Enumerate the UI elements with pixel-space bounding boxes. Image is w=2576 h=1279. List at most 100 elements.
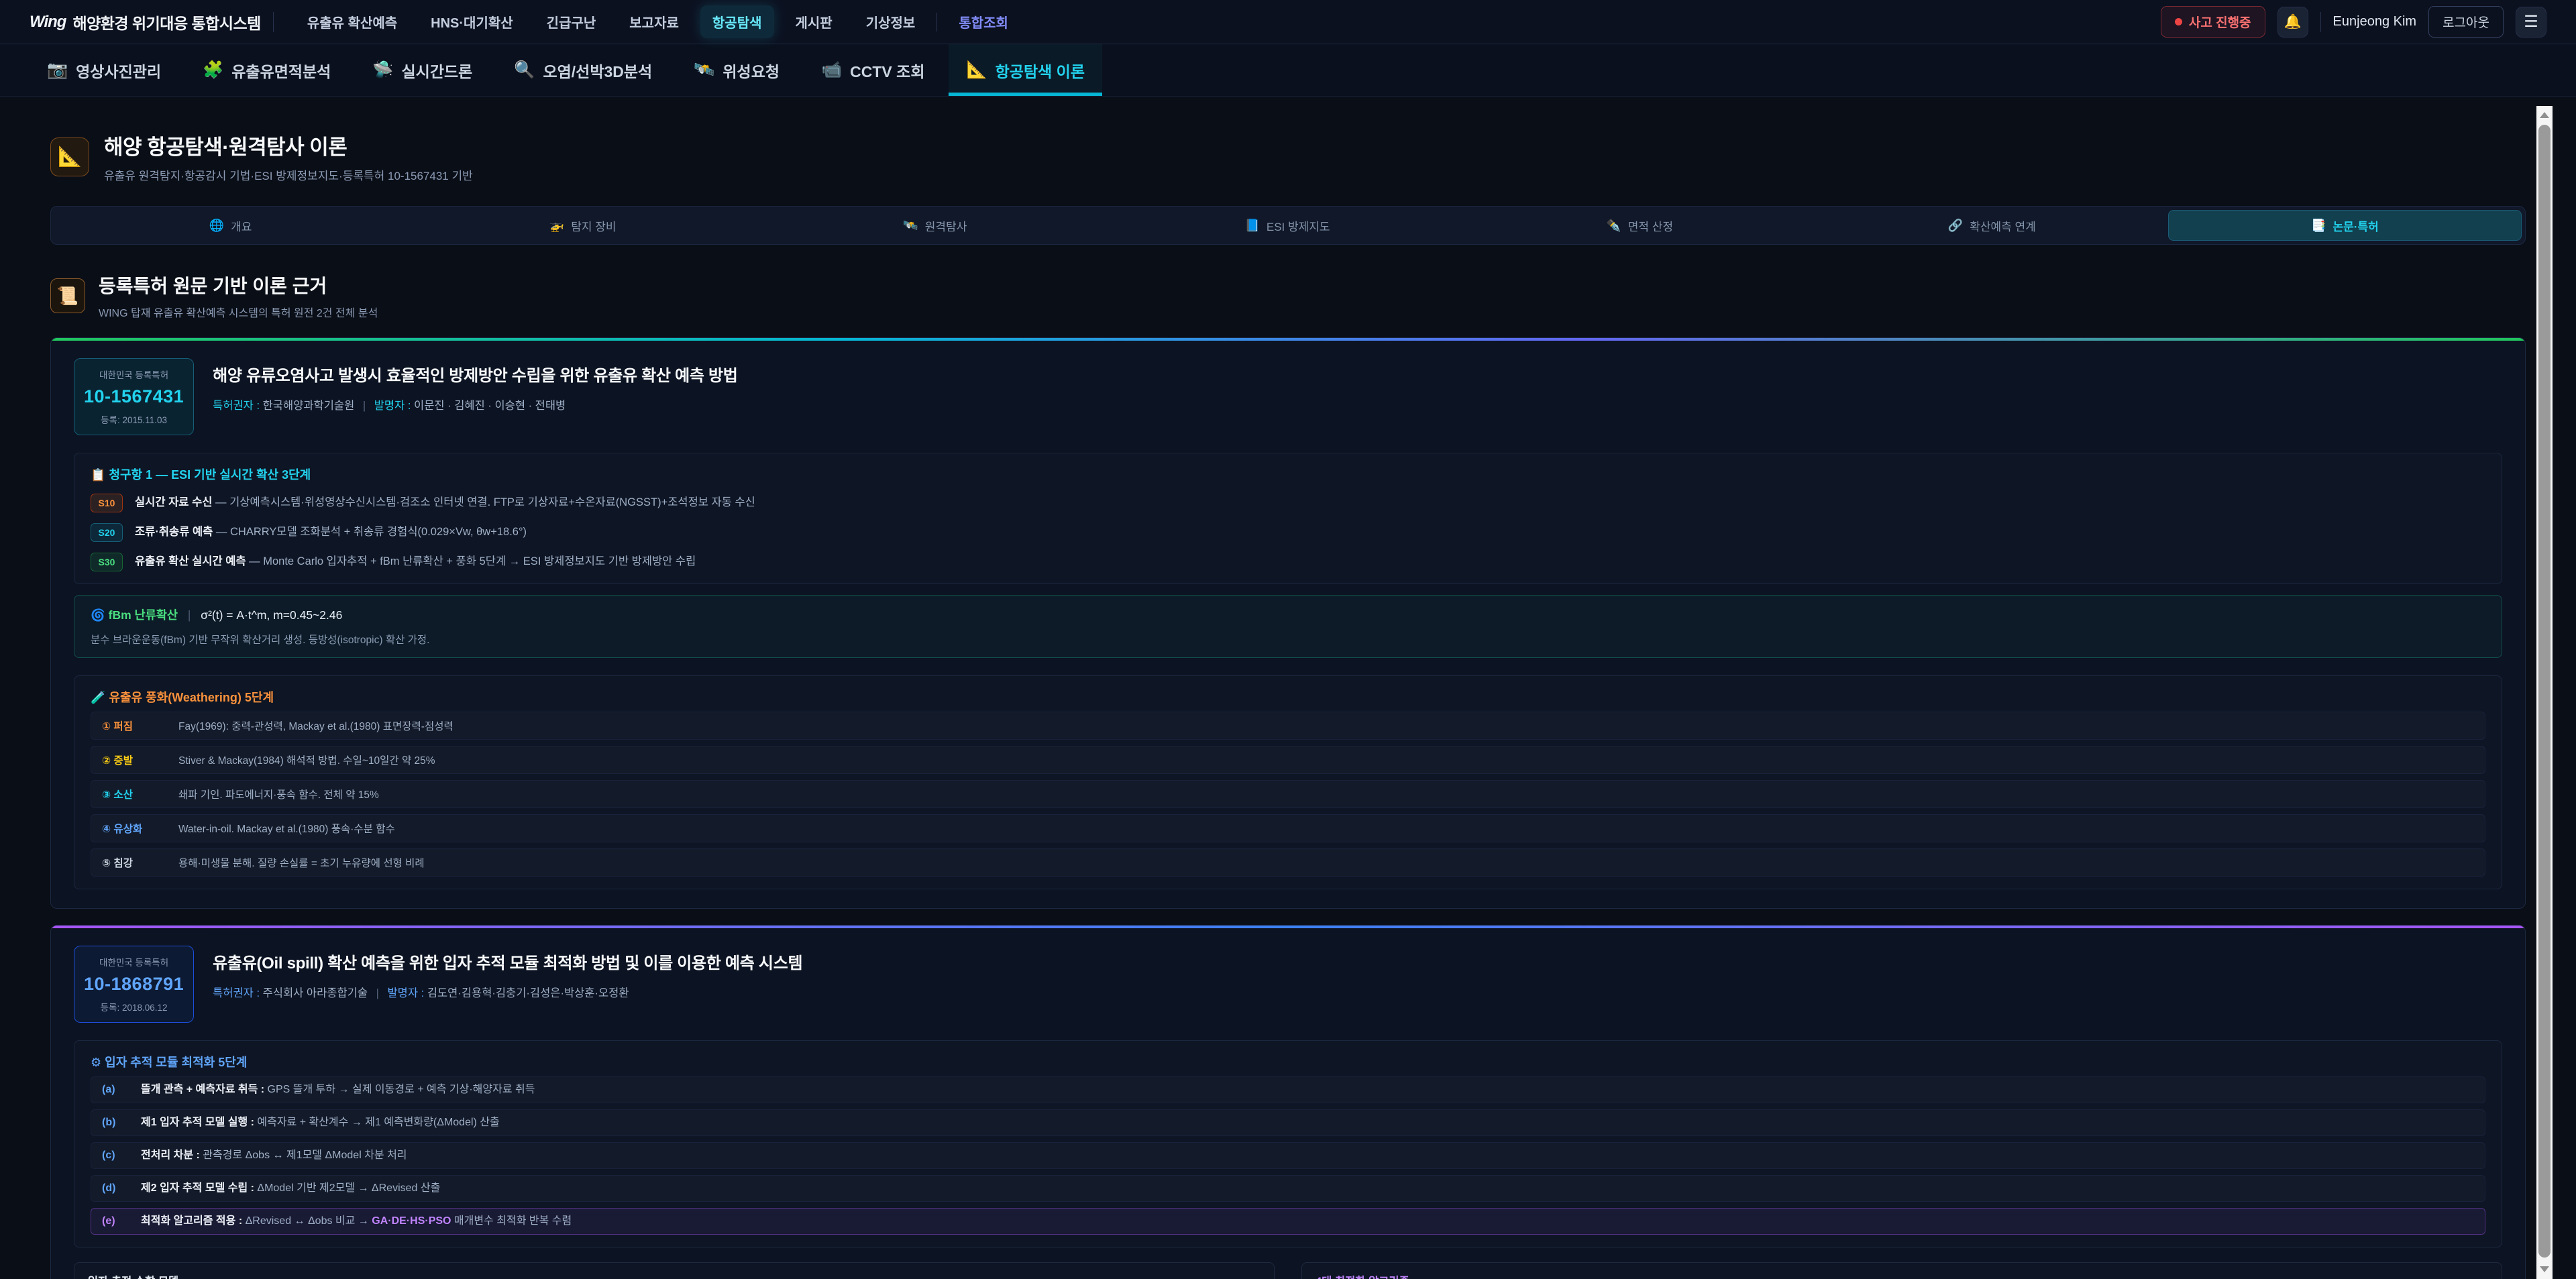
optimization-box: ⚙ 입자 추적 모듈 최적화 5단계 (a) 뜰개 관측 + 예측자료 취득 :… xyxy=(74,1040,2502,1247)
opt-step-a: (a) 뜰개 관측 + 예측자료 취득 : GPS 뜰개 투하 → 실제 이동경… xyxy=(91,1076,2485,1103)
main-content: 📐 해양 항공탐색·원격탐사 이론 유출유 원격탐지·항공감시 기법·ESI 방… xyxy=(0,97,2576,1279)
subnav-item-photo-management[interactable]: 📷 영상사진관리 xyxy=(30,44,178,96)
step-text: 실시간 자료 수신 — 기상예측시스템·위성영상수신시스템·검조소 인터넷 연결… xyxy=(135,494,755,511)
math-model-title: 입자 추적 수학 모델 xyxy=(88,1272,1260,1279)
inventor-label: 발명자 : xyxy=(388,987,425,999)
tab-diffusion-link[interactable]: 🔗 확산예측 연계 xyxy=(1816,210,2168,241)
patent-card-2: 대한민국 등록특허 10-1868791 등록: 2018.06.12 유출유(… xyxy=(50,925,2526,1279)
main-menu: 유출유 확산예측 HNS·대기확산 긴급구난 보고자료 항공탐색 게시판 기상정… xyxy=(295,5,2149,38)
patent1-title: 해양 유류오염사고 발생시 효율적인 방제방안 수립을 위한 유출유 확산 예측… xyxy=(213,362,737,386)
nav-item-weather[interactable]: 기상정보 xyxy=(854,5,928,38)
bookmark-tabs-icon: 📑 xyxy=(2311,219,2326,233)
step-name: 전처리 차분 : xyxy=(141,1150,200,1161)
triangular-ruler-icon: 📐 xyxy=(58,146,82,168)
step-badge-s30: S30 xyxy=(91,553,123,571)
nav-item-aerial-search[interactable]: 항공탐색 xyxy=(700,5,774,38)
section-title: 등록특허 원문 기반 이론 근거 xyxy=(99,272,378,298)
app-logo[interactable]: Wing 해양환경 위기대응 통합시스템 xyxy=(30,11,261,34)
subnav-item-cctv[interactable]: 📹 CCTV 조회 xyxy=(804,44,942,96)
weathering-box: 🧪 유출유 풍화(Weathering) 5단계 ① 퍼짐 Fay(1969):… xyxy=(74,675,2502,889)
fbm-description: 분수 브라운운동(fBm) 기반 무작위 확산거리 생성. 등방성(isotro… xyxy=(91,632,2485,647)
nav-item-board[interactable]: 게시판 xyxy=(784,5,845,38)
pen-nib-icon: ✒️ xyxy=(1606,219,1621,233)
claim-step-s20: S20 조류·취송류 예측 — CHARRY모델 조화분석 + 취송류 경험식(… xyxy=(91,523,2485,542)
patent1-registered-date: 등록: 2015.11.03 xyxy=(84,412,184,426)
fbm-formula: σ²(t) = A·t^m, m=0.45~2.46 xyxy=(201,608,342,622)
subnav-item-satellite-request[interactable]: 🛰️ 위성요청 xyxy=(676,44,797,96)
claim-step-s30: S30 유출유 확산 실시간 예측 — Monte Carlo 입자추적 + f… xyxy=(91,553,2485,571)
patent2-title: 유출유(Oil spill) 확산 예측을 위한 입자 추적 모듈 최적화 방법… xyxy=(213,950,802,973)
page-icon-box: 📐 xyxy=(50,137,89,176)
nav-item-rescue[interactable]: 긴급구난 xyxy=(535,5,608,38)
subnav-label: 오염/선박3D분석 xyxy=(543,59,652,82)
hamburger-icon: ☰ xyxy=(2524,12,2538,32)
tab-label: 확산예측 연계 xyxy=(1970,217,2036,234)
claim1-box: 📋 청구항 1 — ESI 기반 실시간 확산 3단계 S10 실시간 자료 수… xyxy=(74,453,2502,584)
satellite-icon: 🛰️ xyxy=(694,60,714,80)
opt-step-b: (b) 제1 입자 추적 모델 실행 : 예측자료 + 확산계수 → 제1 예측… xyxy=(91,1109,2485,1136)
tab-area-calculation[interactable]: ✒️ 면적 산정 xyxy=(1464,210,1816,241)
step-name: 제2 입자 추적 모델 수립 : xyxy=(141,1182,254,1194)
subnav-item-pollution-3d-analysis[interactable]: 🔍 오염/선박3D분석 xyxy=(496,44,669,96)
divider xyxy=(2320,12,2321,32)
test-tube-icon: 🧪 xyxy=(91,691,105,704)
optimization-title: ⚙ 입자 추적 모듈 최적화 5단계 xyxy=(91,1053,2485,1070)
section-header: 📜 등록특허 원문 기반 이론 근거 WING 탑재 유출유 확산예측 시스템의… xyxy=(50,272,2526,320)
weathering-label: ③ 소산 xyxy=(102,787,169,801)
satellite-icon: 🛰️ xyxy=(903,219,918,233)
tab-label: ESI 방제지도 xyxy=(1267,217,1330,234)
step-desc-pre: ΔRevised ↔ Δobs 비교 → xyxy=(242,1215,372,1227)
gear-icon: ⚙ xyxy=(91,1056,101,1069)
divider: | xyxy=(188,608,191,622)
nav-item-integrated-search[interactable]: 통합조회 xyxy=(947,5,1020,38)
tab-overview[interactable]: 🌐 개요 xyxy=(54,210,407,241)
step-text: 최적화 알고리즘 적용 : ΔRevised ↔ Δobs 비교 → GA·DE… xyxy=(141,1213,572,1229)
weathering-label: ② 증발 xyxy=(102,753,169,767)
step-key: (b) xyxy=(102,1115,130,1131)
scroll-up-arrow[interactable] xyxy=(2536,106,2553,123)
vertical-scrollbar[interactable] xyxy=(2536,106,2553,1279)
patent1-number-badge: 대한민국 등록특허 10-1567431 등록: 2015.11.03 xyxy=(74,358,194,435)
drone-icon: 🛸 xyxy=(372,60,393,80)
tab-label: 논문·특허 xyxy=(2333,217,2379,234)
clipboard-icon: 📋 xyxy=(91,468,105,482)
alert-dot-icon xyxy=(2175,18,2182,25)
tab-detection-equipment[interactable]: 🚁 탐지 장비 xyxy=(407,210,759,241)
scrollbar-thumb[interactable] xyxy=(2538,125,2551,1258)
math-model-panel: 입자 추적 수학 모델 제1모델: Modelₓ = curᵤ·Δt + c·w… xyxy=(74,1262,1275,1279)
notifications-button[interactable]: 🔔 xyxy=(2277,7,2308,38)
subnav-item-aerial-search-theory[interactable]: 📐 항공탐색 이론 xyxy=(949,44,1102,96)
weathering-row-spreading: ① 퍼짐 Fay(1969): 중력-관성력, Mackay et al.(19… xyxy=(91,712,2485,740)
logout-button[interactable]: 로그아웃 xyxy=(2428,6,2504,38)
incident-status-badge[interactable]: 사고 진행중 xyxy=(2161,6,2265,38)
subnav-item-oil-area-analysis[interactable]: 🧩 유출유면적분석 xyxy=(185,44,348,96)
tab-papers-patents[interactable]: 📑 논문·특허 xyxy=(2168,210,2522,241)
patent1-meta: 특허권자 : 한국해양과학기술원 | 발명자 : 이문진 · 김혜진 · 이승현… xyxy=(213,396,737,412)
fbm-formula-line: 🌀 fBm 난류확산 | σ²(t) = A·t^m, m=0.45~2.46 xyxy=(91,606,2485,623)
page-subtitle: 유출유 원격탐지·항공감시 기법·ESI 방제정보지도·등록특허 10-1567… xyxy=(104,166,473,183)
tab-esi-map[interactable]: 📘 ESI 방제지도 xyxy=(1111,210,1463,241)
opt-step-d: (d) 제2 입자 추적 모델 수립 : ΔModel 기반 제2모델 → ΔR… xyxy=(91,1175,2485,1202)
tab-remote-sensing[interactable]: 🛰️ 원격탐사 xyxy=(759,210,1111,241)
step-badge-s10: S10 xyxy=(91,494,123,512)
subnav-item-realtime-drone[interactable]: 🛸 실시간드론 xyxy=(355,44,490,96)
step-desc: GPS 뜰개 투하 → 실제 이동경로 + 예측 기상·해양자료 취득 xyxy=(264,1084,535,1095)
algorithms-panel: 4대 최적화 알고리즘 GA : 유전 알고리즘 — 변이·교배 진화 DE :… xyxy=(1301,1262,2502,1279)
nav-item-hns[interactable]: HNS·대기확산 xyxy=(419,5,525,38)
step-text: 제1 입자 추적 모델 실행 : 예측자료 + 확산계수 → 제1 예측변화량(… xyxy=(141,1115,500,1131)
step-name: 최적화 알고리즘 적용 : xyxy=(141,1215,242,1227)
step-name: 조류·취송류 예측 xyxy=(135,526,213,538)
patent2-number-badge: 대한민국 등록특허 10-1868791 등록: 2018.06.12 xyxy=(74,946,194,1023)
patent2-registered-date: 등록: 2018.06.12 xyxy=(84,1000,184,1013)
step-name: 제1 입자 추적 모델 실행 : xyxy=(141,1117,254,1128)
nav-item-spill-prediction[interactable]: 유출유 확산예측 xyxy=(295,5,409,38)
scroll-down-arrow[interactable] xyxy=(2536,1260,2553,1278)
algorithms-title: 4대 최적화 알고리즘 xyxy=(1316,1272,2488,1279)
hamburger-menu-button[interactable]: ☰ xyxy=(2516,7,2546,38)
tab-label: 개요 xyxy=(231,217,252,234)
step-key: (d) xyxy=(102,1180,130,1197)
weathering-label: ④ 유상화 xyxy=(102,821,169,836)
video-camera-icon: 📹 xyxy=(821,60,842,80)
nav-item-reports[interactable]: 보고자료 xyxy=(617,5,691,38)
section-icon-box: 📜 xyxy=(50,278,85,313)
